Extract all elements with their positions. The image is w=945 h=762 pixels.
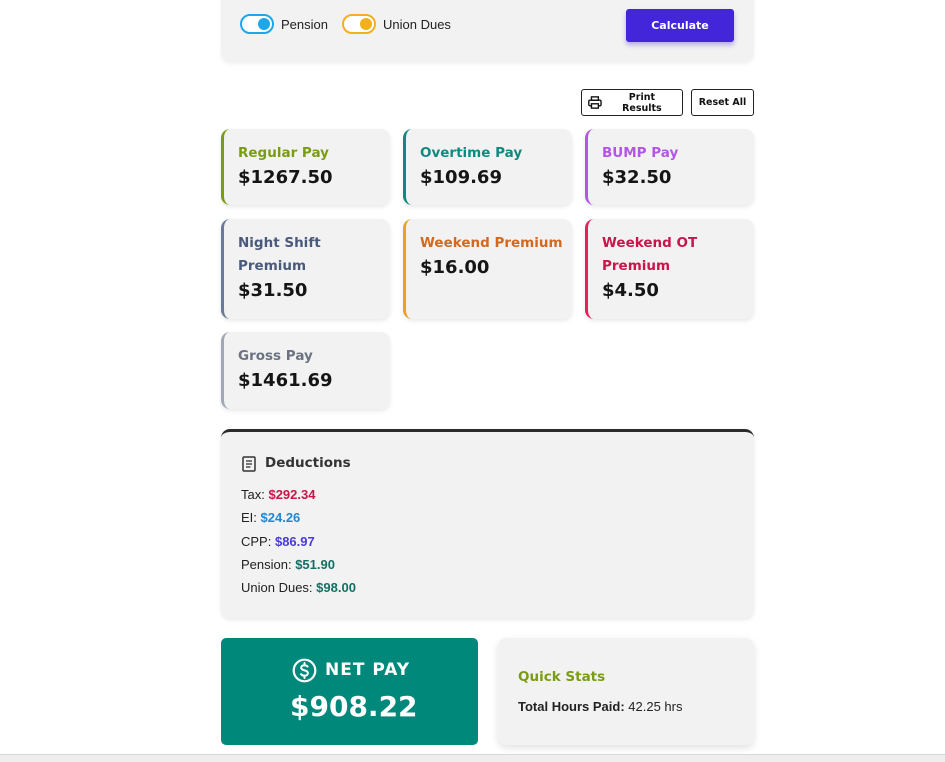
deduction-label: EI: (241, 510, 261, 525)
bump-pay-card: BUMP Pay $32.50 (585, 129, 754, 205)
card-value: $31.50 (238, 280, 308, 301)
card-label: BUMP Pay (602, 145, 679, 161)
weekend-ot-premium-card: Weekend OT Premium $4.50 (585, 219, 754, 319)
print-results-button[interactable]: Print Results (581, 89, 683, 116)
overtime-pay-card: Overtime Pay $109.69 (403, 129, 572, 205)
deduction-amount: $292.34 (268, 487, 316, 502)
card-label: Regular Pay (238, 145, 329, 161)
deductions-title: Deductions (265, 455, 351, 471)
night-shift-premium-card: Night Shift Premium $31.50 (221, 219, 390, 319)
calculate-button[interactable]: Calculate (626, 9, 734, 42)
card-value: $109.69 (420, 167, 502, 188)
printer-icon (588, 96, 602, 109)
deduction-label: Pension: (241, 557, 296, 572)
card-label: Gross Pay (238, 348, 313, 364)
deduction-amount: $51.90 (295, 557, 335, 572)
pension-toggle-label: Pension (281, 17, 328, 32)
quick-stats-card (498, 638, 754, 745)
card-label: Weekend Premium (420, 235, 563, 251)
net-pay-value: $908.22 (290, 690, 418, 723)
document-icon (242, 456, 256, 472)
deduction-tax: Tax: $292.34 (241, 487, 315, 502)
print-results-label: Print Results (622, 91, 662, 114)
net-pay-label: NET PAY (325, 660, 411, 680)
weekend-premium-card: Weekend Premium $16.00 (403, 219, 572, 319)
deduction-amount: $24.26 (260, 510, 301, 525)
deduction-union-dues: Union Dues: $98.00 (241, 580, 356, 595)
deduction-pension: Pension: $51.90 (241, 557, 335, 572)
total-hours-row: Total Hours Paid: 42.25 hrs (518, 699, 682, 714)
quick-stats-title: Quick Stats (518, 669, 606, 685)
gross-pay-card: Gross Pay $1461.69 (221, 332, 390, 409)
card-label: Night Shift Premium (238, 235, 321, 274)
union-dues-toggle-label: Union Dues (383, 17, 451, 32)
pension-toggle[interactable] (240, 14, 274, 34)
card-value: $4.50 (602, 280, 659, 301)
deduction-ei: EI: $24.26 (241, 510, 300, 525)
total-hours-label: Total Hours Paid: (518, 699, 625, 714)
deduction-label: Union Dues: (241, 580, 317, 595)
union-dues-toggle-knob (360, 18, 372, 30)
pension-toggle-knob (258, 18, 270, 30)
reset-all-button[interactable]: Reset All (691, 89, 754, 116)
deduction-label: Tax: (241, 487, 269, 502)
card-label: Weekend OT Premium (602, 235, 698, 274)
regular-pay-card: Regular Pay $1267.50 (221, 129, 390, 205)
dollar-circle-icon (292, 658, 317, 683)
card-value: $32.50 (602, 167, 672, 188)
card-label: Overtime Pay (420, 145, 523, 161)
deduction-cpp: CPP: $86.97 (241, 534, 315, 549)
horizontal-scrollbar[interactable] (0, 754, 945, 762)
card-value: $1267.50 (238, 167, 333, 188)
card-value: $16.00 (420, 257, 490, 278)
union-dues-toggle[interactable] (342, 14, 376, 34)
deduction-amount: $98.00 (316, 580, 356, 595)
total-hours-value: 42.25 hrs (624, 699, 683, 714)
deduction-amount: $86.97 (274, 534, 315, 549)
card-value: $1461.69 (238, 370, 333, 391)
deduction-label: CPP: (241, 534, 275, 549)
